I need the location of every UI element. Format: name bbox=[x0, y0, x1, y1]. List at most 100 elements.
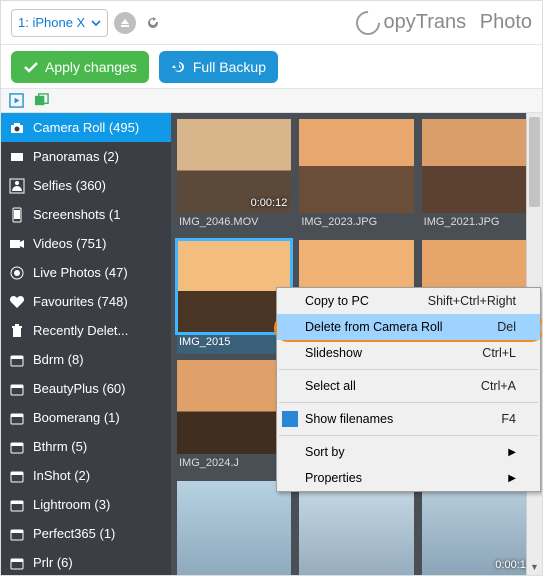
sidebar-item-13[interactable]: Lightroom (3) bbox=[1, 490, 171, 519]
chevron-right-icon: ▶ bbox=[508, 447, 516, 458]
shortcut-label: Del bbox=[497, 320, 516, 334]
sidebar-item-14[interactable]: Perfect365 (1) bbox=[1, 519, 171, 548]
context-menu: Copy to PCShift+Ctrl+RightDelete from Ca… bbox=[276, 287, 541, 492]
screen-icon bbox=[9, 207, 25, 223]
sidebar-item-label: Favourites (748) bbox=[33, 294, 128, 309]
menu-item-label: Show filenames bbox=[305, 412, 393, 426]
brand-c-icon bbox=[351, 6, 385, 40]
sidebar-item-3[interactable]: Screenshots (1 bbox=[1, 200, 171, 229]
scrollbar-thumb[interactable] bbox=[529, 117, 540, 207]
gallery-icon[interactable] bbox=[34, 93, 49, 108]
sidebar-item-label: Live Photos (47) bbox=[33, 265, 128, 280]
menu-item-label: Delete from Camera Roll bbox=[305, 320, 443, 334]
scroll-down-icon[interactable]: ▼ bbox=[527, 559, 542, 575]
menu-item-select-all[interactable]: Select allCtrl+A bbox=[277, 373, 540, 399]
sidebar-item-5[interactable]: Live Photos (47) bbox=[1, 258, 171, 287]
pano-icon bbox=[9, 149, 25, 165]
album-icon bbox=[9, 468, 25, 484]
album-icon bbox=[9, 439, 25, 455]
chevron-down-icon bbox=[91, 18, 101, 28]
filename-label: IMG_2015 bbox=[177, 333, 291, 354]
photo-cell[interactable]: 0:00:12 IMG_2046.MOV bbox=[177, 119, 291, 234]
sidebar-item-2[interactable]: Selfies (360) bbox=[1, 171, 171, 200]
photo-gallery: 0:00:12 IMG_2046.MOV IMG_2023.JPG IMG_2021.… bbox=[171, 113, 542, 575]
heart-icon bbox=[9, 294, 25, 310]
live-icon bbox=[9, 265, 25, 281]
sidebar-item-label: Videos (751) bbox=[33, 236, 106, 251]
menu-item-label: Sort by bbox=[305, 445, 345, 459]
sidebar-item-label: Selfies (360) bbox=[33, 178, 106, 193]
sidebar-item-11[interactable]: Bthrm (5) bbox=[1, 432, 171, 461]
duration-label: 0:00:12 bbox=[251, 197, 288, 209]
photo-cell[interactable]: IMG_2015 bbox=[177, 240, 291, 355]
sidebar-item-label: Perfect365 (1) bbox=[33, 526, 115, 541]
sidebar-item-15[interactable]: Prlr (6) bbox=[1, 548, 171, 575]
device-select[interactable]: 1: iPhone X bbox=[11, 9, 108, 37]
eject-icon[interactable] bbox=[114, 12, 136, 34]
menu-item-label: Slideshow bbox=[305, 346, 362, 360]
album-icon bbox=[9, 410, 25, 426]
menu-separator bbox=[279, 435, 538, 436]
camera-icon bbox=[9, 120, 25, 136]
sidebar-item-label: Boomerang (1) bbox=[33, 410, 120, 425]
sidebar-item-label: Panoramas (2) bbox=[33, 149, 119, 164]
apply-changes-button[interactable]: Apply changes bbox=[11, 51, 149, 83]
sidebar-item-4[interactable]: Videos (751) bbox=[1, 229, 171, 258]
brand-logo: opyTrans Photo bbox=[356, 11, 532, 35]
shortcut-label: Ctrl+A bbox=[481, 379, 516, 393]
filename-label: IMG_2023.JPG bbox=[299, 213, 413, 234]
history-icon bbox=[171, 59, 187, 75]
sidebar-item-label: Recently Delet... bbox=[33, 323, 128, 338]
chevron-right-icon: ▶ bbox=[508, 473, 516, 484]
check-icon bbox=[282, 411, 298, 427]
refresh-icon[interactable] bbox=[142, 12, 164, 34]
menu-item-label: Properties bbox=[305, 471, 362, 485]
sidebar-item-label: Screenshots (1 bbox=[33, 207, 120, 222]
menu-item-slideshow[interactable]: Slideshow Ctrl+L bbox=[277, 340, 540, 366]
video-icon bbox=[9, 236, 25, 252]
sidebar-item-label: Bdrm (8) bbox=[33, 352, 84, 367]
shortcut-label: Ctrl+L bbox=[482, 346, 516, 360]
selfie-icon bbox=[9, 178, 25, 194]
menu-item-properties[interactable]: Properties ▶ bbox=[277, 465, 540, 491]
photo-cell[interactable]: IMG_2021.JPG bbox=[422, 119, 536, 234]
menu-item-delete-from-camera-roll[interactable]: Delete from Camera Roll Del bbox=[277, 314, 540, 340]
sidebar-item-1[interactable]: Panoramas (2) bbox=[1, 142, 171, 171]
menu-item-label: Copy to PC bbox=[305, 294, 369, 308]
full-backup-button[interactable]: Full Backup bbox=[159, 51, 278, 83]
menu-item-show-filenames[interactable]: Show filenamesF4 bbox=[277, 406, 540, 432]
filename-label: IMG_2021.JPG bbox=[422, 213, 536, 234]
photo-cell[interactable]: IMG_1984.JPG bbox=[177, 481, 291, 575]
check-icon bbox=[23, 59, 39, 75]
album-sidebar: Camera Roll (495) Panoramas (2) Selfies (3… bbox=[1, 113, 171, 575]
album-icon bbox=[9, 555, 25, 571]
sidebar-item-label: Prlr (6) bbox=[33, 555, 73, 570]
album-icon bbox=[9, 497, 25, 513]
sidebar-item-label: Camera Roll (495) bbox=[33, 120, 139, 135]
album-icon bbox=[9, 352, 25, 368]
photo-cell[interactable]: 0:00:12IMG_1990.MOV bbox=[422, 481, 536, 575]
trash-icon bbox=[9, 323, 25, 339]
photo-cell[interactable]: IMG_2024.J bbox=[177, 360, 291, 475]
sidebar-item-0[interactable]: Camera Roll (495) bbox=[1, 113, 171, 142]
sidebar-item-9[interactable]: BeautyPlus (60) bbox=[1, 374, 171, 403]
sidebar-item-8[interactable]: Bdrm (8) bbox=[1, 345, 171, 374]
device-label: 1: iPhone X bbox=[18, 15, 85, 30]
photo-cell[interactable]: IMG_1977.JPG bbox=[299, 481, 413, 575]
sidebar-item-6[interactable]: Favourites (748) bbox=[1, 287, 171, 316]
menu-separator bbox=[279, 402, 538, 403]
album-icon bbox=[9, 526, 25, 542]
menu-item-copy-to-pc[interactable]: Copy to PCShift+Ctrl+Right bbox=[277, 288, 540, 314]
sidebar-item-10[interactable]: Boomerang (1) bbox=[1, 403, 171, 432]
filename-label: IMG_2024.J bbox=[177, 454, 291, 475]
photo-cell[interactable]: IMG_2023.JPG bbox=[299, 119, 413, 234]
sidebar-item-12[interactable]: InShot (2) bbox=[1, 461, 171, 490]
album-icon bbox=[9, 381, 25, 397]
menu-item-sort-by[interactable]: Sort by ▶ bbox=[277, 439, 540, 465]
sidebar-item-label: Lightroom (3) bbox=[33, 497, 110, 512]
sidebar-item-7[interactable]: Recently Delet... bbox=[1, 316, 171, 345]
play-square-icon[interactable] bbox=[9, 93, 24, 108]
sidebar-item-label: Bthrm (5) bbox=[33, 439, 87, 454]
filename-label: IMG_2046.MOV bbox=[177, 213, 291, 234]
sidebar-item-label: InShot (2) bbox=[33, 468, 90, 483]
